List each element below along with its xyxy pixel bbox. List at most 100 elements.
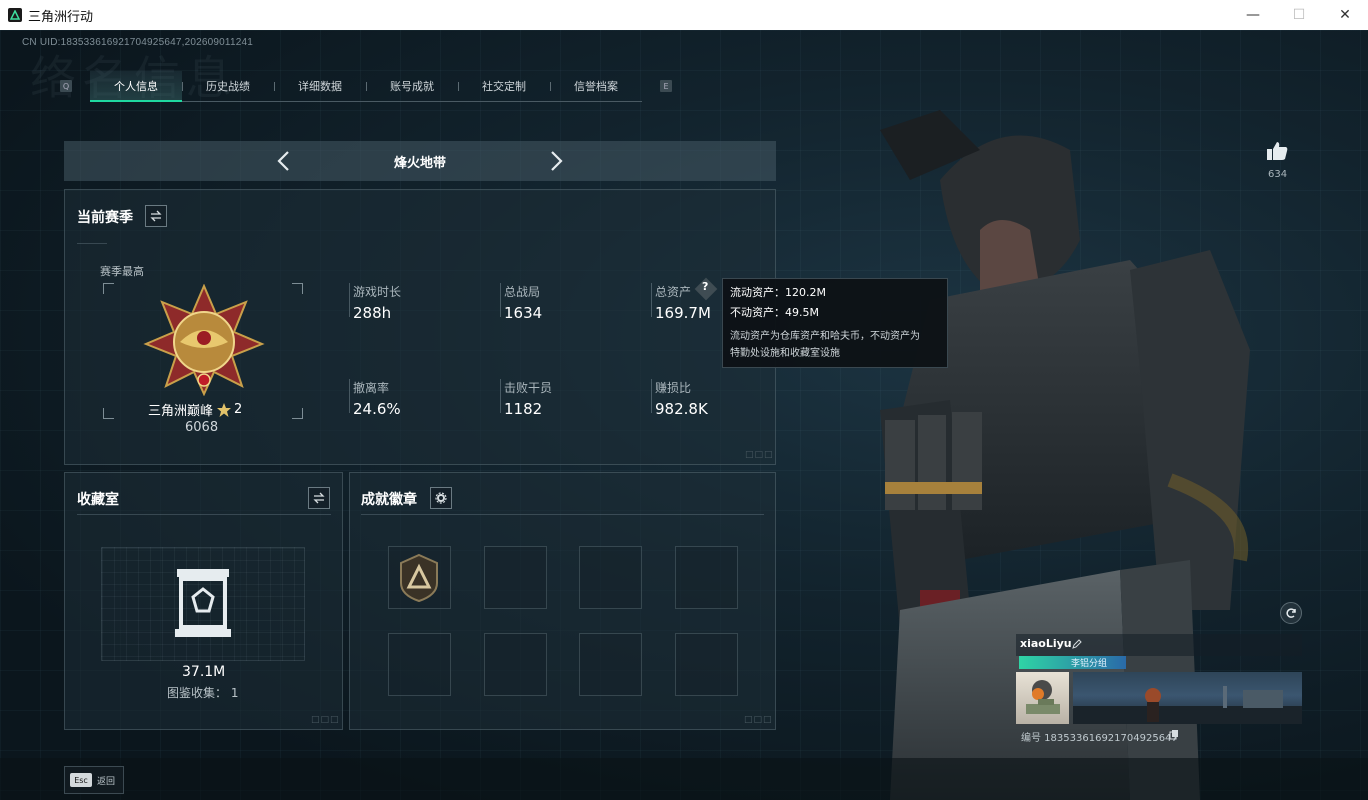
badge-slot[interactable] — [675, 633, 738, 696]
refresh-button[interactable] — [1280, 602, 1302, 624]
badge-slot[interactable] — [579, 546, 642, 609]
edit-icon[interactable] — [1072, 639, 1082, 649]
like-count: 634 — [1268, 169, 1288, 180]
swap-icon — [150, 210, 162, 222]
stat-separator — [349, 283, 350, 317]
season-title: 当前赛季 — [77, 210, 133, 226]
stat-separator — [349, 379, 350, 413]
divider — [361, 514, 764, 515]
esc-key: Esc — [70, 773, 92, 787]
corner-dots: □□□ — [311, 715, 340, 725]
corner-dots: □□□ — [744, 715, 773, 725]
swap-icon — [313, 492, 325, 504]
chevron-left-icon — [277, 151, 289, 171]
game-viewport: 络名信息 CN UID:18353361692170492564​7,20260… — [0, 30, 1368, 800]
tank-explosion-icon — [1026, 680, 1060, 714]
profile-name: xiaoLiyu — [1020, 637, 1072, 650]
tab-bar: Q 个人信息 历史战绩 详细数据 账号成就 社交定制 信誉档案 E — [60, 70, 672, 102]
minimize-button[interactable]: — — [1230, 0, 1276, 30]
thumbs-up-icon — [1267, 142, 1288, 160]
assets-tooltip: 流动资产：120.2M 不动资产：49.5M 流动资产为仓库资产和哈夫币，不动资… — [722, 278, 948, 368]
help-icon: ? — [702, 280, 709, 293]
close-button[interactable]: ✕ — [1322, 0, 1368, 30]
profile-group-text: 李铝分组 — [1071, 659, 1108, 669]
badge-slot[interactable] — [484, 546, 547, 609]
stat-assets-value: 169.7M — [655, 304, 711, 322]
frame-corner — [103, 283, 114, 294]
badge-slot[interactable] — [675, 546, 738, 609]
profile-banner-image — [1073, 672, 1302, 724]
back-label: 返回 — [97, 776, 116, 787]
window-titlebar: 三角洲行动 — ☐ ✕ — [0, 0, 1368, 31]
frame-corner — [103, 408, 114, 419]
tab-reputation[interactable]: 信誉档案 — [550, 71, 642, 101]
mode-selector: 烽火地带 — [64, 141, 776, 181]
corner-dots: □□□ — [745, 450, 774, 460]
stat-extract-label: 撤离率 — [353, 381, 390, 395]
rank-medal-icon — [143, 284, 265, 396]
profile-group-badge: 李铝分组 — [1019, 656, 1126, 669]
stat-profit-value: 982.8K — [655, 400, 708, 418]
season-best-label: 赛季最高 — [100, 265, 144, 278]
rank-score: 6068 — [185, 420, 219, 435]
badges-settings-button[interactable] — [430, 487, 452, 509]
tooltip-desc-line1: 流动资产为仓库资产和哈夫币，不动资产为 — [730, 331, 920, 342]
vault-switch-button[interactable] — [308, 487, 330, 509]
tab-list: 个人信息 历史战绩 详细数据 账号成就 社交定制 信誉档案 — [90, 70, 642, 102]
badges-title: 成就徽章 — [361, 492, 417, 508]
badge-slot[interactable] — [388, 633, 451, 696]
rank-stars: 2 — [234, 402, 243, 417]
maximize-button[interactable]: ☐ — [1276, 0, 1322, 30]
stat-assets-label: 总资产 — [655, 285, 692, 299]
stat-kills-value: 1182 — [504, 400, 543, 418]
refresh-icon — [1286, 608, 1296, 618]
vault-value: 37.1M — [182, 664, 226, 680]
tooltip-desc-line2: 特勤处设施和收藏室设施 — [730, 348, 840, 359]
chevron-right-icon — [551, 151, 563, 171]
tab-achievements[interactable]: 账号成就 — [366, 71, 458, 101]
back-button[interactable]: Esc 返回 — [64, 766, 124, 794]
stat-separator — [651, 283, 652, 317]
tab-personal-info[interactable]: 个人信息 — [90, 70, 182, 102]
stat-separator — [500, 379, 501, 413]
stat-matches-label: 总战局 — [504, 285, 541, 299]
profile-uid: 编号 183533616921704925647 — [1021, 733, 1178, 744]
stat-kills-label: 击败干员 — [504, 381, 553, 395]
badge-triangle-icon — [400, 553, 438, 603]
tab-history[interactable]: 历史战绩 — [182, 71, 274, 101]
rank-name-text: 三角洲巅峰 — [148, 404, 214, 419]
window-title: 三角洲行动 — [28, 8, 94, 24]
badge-slot[interactable] — [484, 633, 547, 696]
rank-name: 三角洲巅峰 2 — [148, 400, 242, 419]
avatar[interactable] — [1016, 672, 1069, 724]
badge-slot[interactable] — [388, 546, 451, 609]
prev-mode-button[interactable] — [274, 150, 294, 172]
tab-detailed-data[interactable]: 详细数据 — [274, 71, 366, 101]
next-mode-button[interactable] — [546, 150, 566, 172]
profile-card: xiaoLiyu 李铝分组 — [1016, 634, 1302, 724]
tab-social[interactable]: 社交定制 — [458, 71, 550, 101]
stat-matches-value: 1634 — [504, 304, 543, 322]
copy-icon[interactable] — [1169, 729, 1179, 740]
vault-title: 收藏室 — [77, 492, 119, 508]
stat-playtime-value: 288h — [353, 304, 392, 322]
like-button[interactable] — [1266, 140, 1288, 166]
vault-collection: 图鉴收集： 1 — [167, 686, 239, 700]
frame-corner — [292, 408, 303, 419]
vault-case-icon — [175, 569, 231, 637]
tab-next-key[interactable]: E — [660, 80, 672, 92]
divider — [77, 243, 107, 244]
season-switch-button[interactable] — [145, 205, 167, 227]
stat-profit-label: 赚损比 — [655, 381, 692, 395]
stat-separator — [500, 283, 501, 317]
uid-line: CN UID:18353361692170492564​7,2026090112… — [22, 37, 253, 48]
frame-corner — [292, 283, 303, 294]
divider — [77, 514, 331, 515]
tab-prev-key[interactable]: Q — [60, 80, 72, 92]
stat-playtime-label: 游戏时长 — [353, 285, 402, 299]
tooltip-liquid: 流动资产：120.2M — [730, 286, 826, 299]
gear-icon — [435, 492, 447, 504]
app-icon — [8, 8, 22, 22]
badge-slot[interactable] — [579, 633, 642, 696]
stat-extract-value: 24.6% — [353, 400, 401, 418]
